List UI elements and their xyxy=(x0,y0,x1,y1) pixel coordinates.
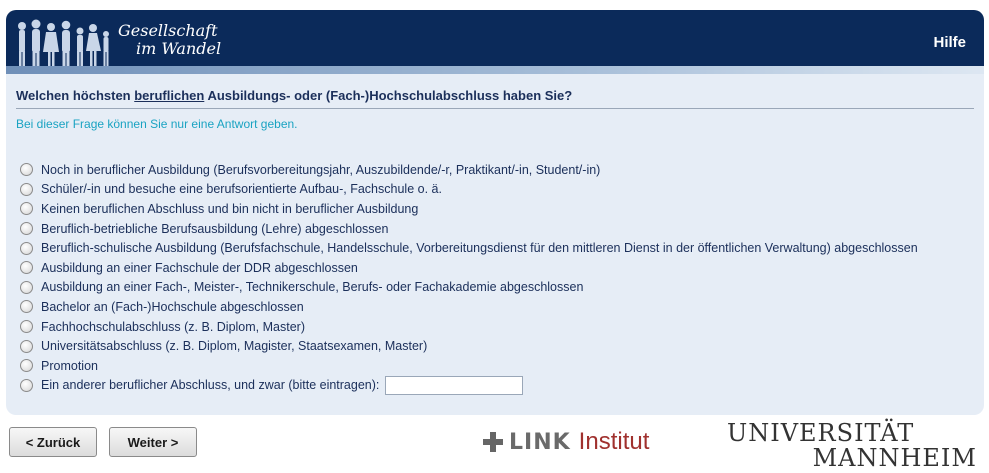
answer-option[interactable]: Universitätsabschluss (z. B. Diplom, Mag… xyxy=(20,336,918,356)
radio-button[interactable] xyxy=(20,261,33,275)
radio-button[interactable] xyxy=(20,222,33,236)
radio-button[interactable] xyxy=(20,280,33,294)
uni-line-1: UNIVERSITÄT xyxy=(727,419,915,447)
option-label[interactable]: Noch in beruflicher Ausbildung (Berufsvo… xyxy=(41,163,600,177)
radio-button[interactable] xyxy=(20,300,33,314)
radio-button[interactable] xyxy=(20,378,33,392)
answer-option[interactable]: Bachelor an (Fach-)Hochschule abgeschlos… xyxy=(20,297,918,317)
option-label[interactable]: Bachelor an (Fach-)Hochschule abgeschlos… xyxy=(41,300,304,314)
question-suffix: Ausbildungs- oder (Fach-)Hochschulabschl… xyxy=(204,88,573,103)
header-stripe xyxy=(6,66,984,74)
header-bar: Gesellschaft im Wandel Hilfe xyxy=(6,10,984,74)
other-degree-input[interactable] xyxy=(385,375,524,395)
answer-option[interactable]: Beruflich-betriebliche Berufsausbildung … xyxy=(20,219,918,239)
option-label[interactable]: Fachhochschulabschluss (z. B. Diplom, Ma… xyxy=(41,320,305,334)
answer-option[interactable]: Noch in beruflicher Ausbildung (Berufsvo… xyxy=(20,160,918,180)
link-institut-logo: LINK Institut xyxy=(483,428,649,456)
radio-button[interactable] xyxy=(20,320,33,334)
answer-option[interactable]: Keinen beruflichen Abschluss und bin nic… xyxy=(20,199,918,219)
answer-option[interactable]: Schüler/-in und besuche eine berufsorien… xyxy=(20,180,918,200)
answer-option[interactable]: Ausbildung an einer Fach-, Meister-, Tec… xyxy=(20,278,918,298)
radio-button[interactable] xyxy=(20,339,33,353)
option-label[interactable]: Beruflich-betriebliche Berufsausbildung … xyxy=(41,222,388,236)
university-mannheim-logo: UNIVERSITÄT MANNHEIM xyxy=(727,420,983,470)
option-label[interactable]: Promotion xyxy=(41,359,98,373)
radio-button[interactable] xyxy=(20,202,33,216)
option-label[interactable]: Ausbildung an einer Fachschule der DDR a… xyxy=(41,261,358,275)
help-link[interactable]: Hilfe xyxy=(933,34,966,51)
brand-line-2: im Wandel xyxy=(136,39,222,58)
link-word: LINK xyxy=(509,429,571,455)
institut-word: Institut xyxy=(578,428,650,455)
link-cross-icon xyxy=(483,432,503,452)
radio-button[interactable] xyxy=(20,241,33,255)
answer-option-other[interactable]: Ein anderer beruflicher Abschluss, und z… xyxy=(20,375,918,396)
answer-option[interactable]: Fachhochschulabschluss (z. B. Diplom, Ma… xyxy=(20,317,918,337)
option-label[interactable]: Universitätsabschluss (z. B. Diplom, Mag… xyxy=(41,339,427,353)
brand-logo-text: Gesellschaft im Wandel xyxy=(118,22,221,58)
option-label[interactable]: Beruflich-schulische Ausbildung (Berufsf… xyxy=(41,241,918,255)
question-divider xyxy=(16,108,974,109)
people-silhouette-logo xyxy=(18,19,109,67)
question-prefix: Welchen höchsten xyxy=(16,88,135,103)
answer-options: Noch in beruflicher Ausbildung (Berufsvo… xyxy=(20,160,918,395)
radio-button[interactable] xyxy=(20,182,33,196)
option-label[interactable]: Keinen beruflichen Abschluss und bin nic… xyxy=(41,202,418,216)
answer-option[interactable]: Ausbildung an einer Fachschule der DDR a… xyxy=(20,258,918,278)
back-button[interactable]: < Zurück xyxy=(9,427,97,457)
answer-option[interactable]: Beruflich-schulische Ausbildung (Berufsf… xyxy=(20,238,918,258)
answer-option[interactable]: Promotion xyxy=(20,356,918,376)
brand-line-1: Gesellschaft xyxy=(118,21,218,40)
radio-button[interactable] xyxy=(20,163,33,177)
next-button[interactable]: Weiter > xyxy=(109,427,197,457)
option-label[interactable]: Schüler/-in und besuche eine berufsorien… xyxy=(41,182,442,196)
question-text: Welchen höchsten beruflichen Ausbildungs… xyxy=(16,88,572,103)
option-label[interactable]: Ein anderer beruflicher Abschluss, und z… xyxy=(41,378,379,392)
question-panel: Welchen höchsten beruflichen Ausbildungs… xyxy=(6,74,984,415)
option-label[interactable]: Ausbildung an einer Fach-, Meister-, Tec… xyxy=(41,280,583,294)
uni-line-2: MANNHEIM xyxy=(812,444,977,472)
question-emphasis: beruflichen xyxy=(134,88,205,103)
answer-instruction: Bei dieser Frage können Sie nur eine Ant… xyxy=(16,117,298,131)
radio-button[interactable] xyxy=(20,359,33,373)
